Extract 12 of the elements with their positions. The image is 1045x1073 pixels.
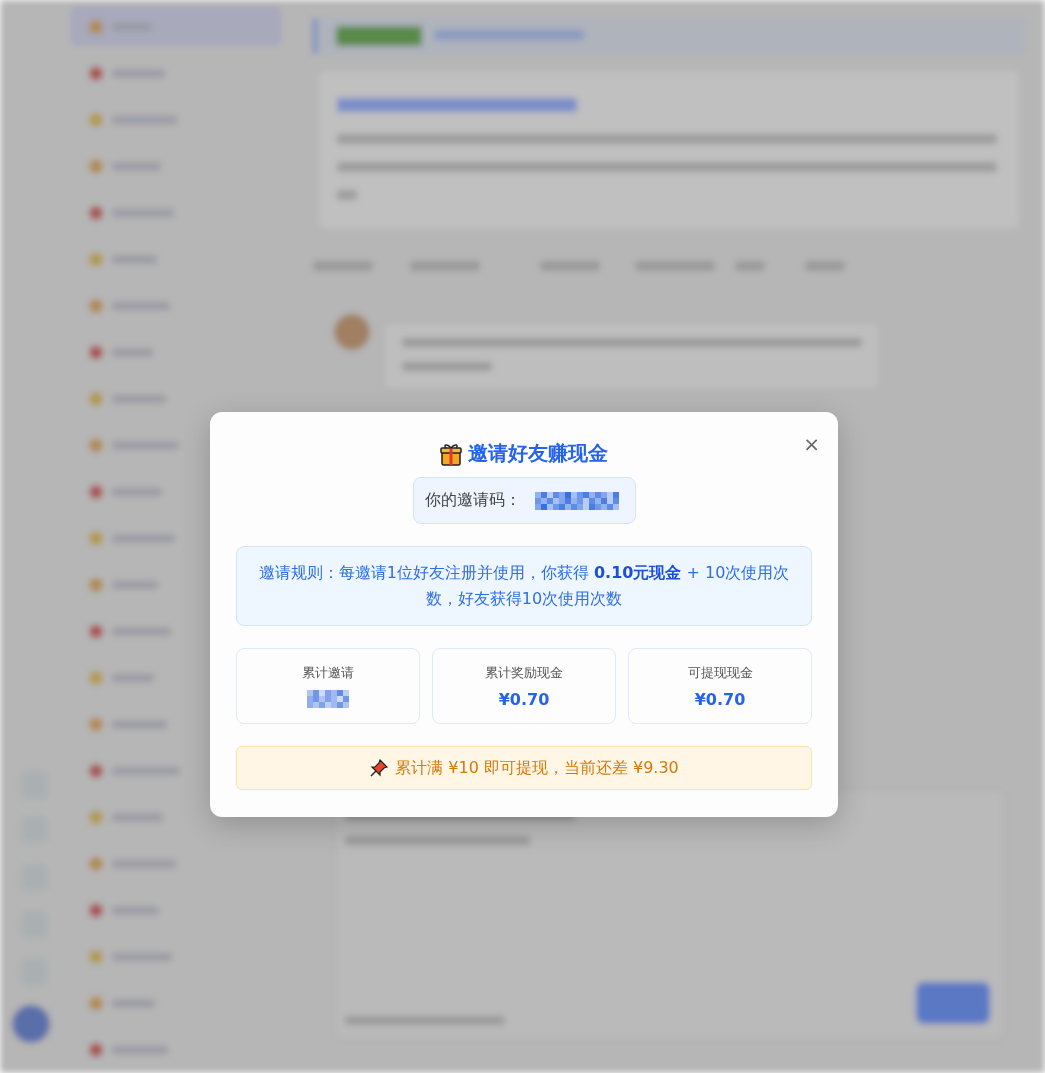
stat-label: 累计奖励现金 bbox=[485, 663, 563, 682]
invite-rules-text: 邀请规则：每邀请1位好友注册并使用，你获得 0.10元现金 + 10次使用次数，好友获得10次使用次数 bbox=[236, 546, 812, 626]
stat-value: ¥0.70 bbox=[694, 689, 746, 709]
gift-icon bbox=[440, 441, 462, 466]
notice-text: 累计满 ¥10 即可提现，当前还差 ¥9.30 bbox=[395, 757, 679, 779]
invite-code-label: 你的邀请码： bbox=[424, 490, 521, 511]
pushpin-icon bbox=[369, 758, 390, 778]
stat-label: 累计邀请 bbox=[302, 664, 354, 682]
stat-label: 可提现现金 bbox=[687, 663, 753, 682]
dialog-title: 邀请好友赚现金 bbox=[468, 440, 608, 467]
close-button[interactable]: × bbox=[799, 432, 824, 456]
stat-value: ¥0.70 bbox=[498, 689, 550, 709]
